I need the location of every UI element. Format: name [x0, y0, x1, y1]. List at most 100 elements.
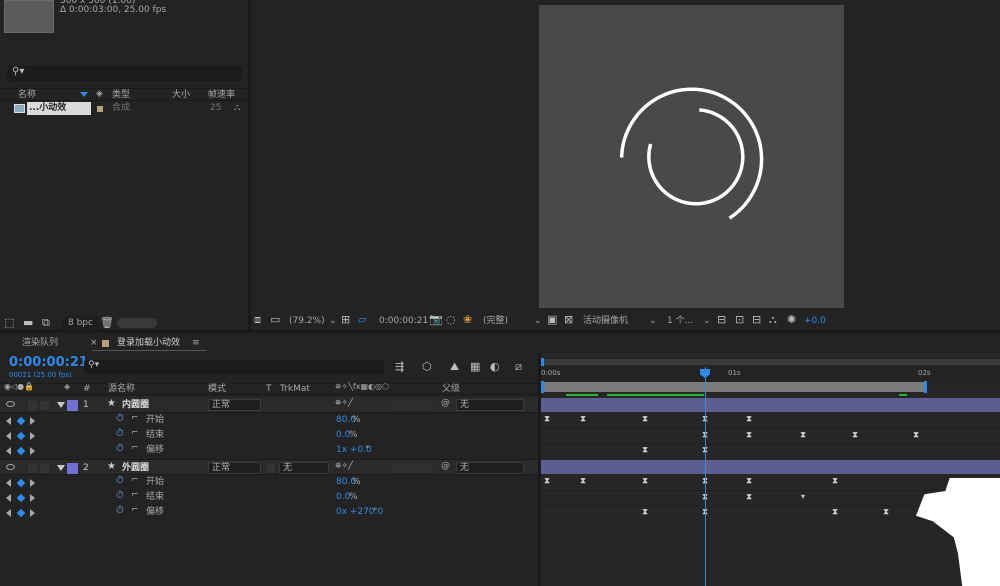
keyframe[interactable]: ⧗	[543, 415, 551, 423]
column-fps[interactable]: 帧速率	[208, 88, 235, 102]
keyframe[interactable]: ⧗	[579, 415, 587, 423]
transparency-grid-icon[interactable]: ⊠	[564, 313, 573, 327]
bit-depth-button[interactable]: 8 bpc	[62, 316, 99, 330]
stopwatch-icon[interactable]: ⏱	[116, 428, 124, 439]
channel-icon[interactable]: ❀	[463, 313, 472, 327]
project-search-input[interactable]: ⚲▾	[7, 66, 242, 81]
keyframe[interactable]: ⧗	[745, 415, 753, 423]
next-keyframe-icon[interactable]	[30, 432, 35, 440]
visibility-eye-icon[interactable]	[6, 401, 15, 407]
flowchart-icon[interactable]: ⛬	[234, 103, 240, 113]
keyframe[interactable]: ⧗	[745, 493, 753, 501]
layer-search-input[interactable]: ⚲▾	[84, 360, 384, 374]
add-keyframe-icon[interactable]	[16, 446, 26, 456]
new-folder-icon[interactable]: ▬	[23, 316, 33, 330]
prev-keyframe-icon[interactable]	[6, 447, 11, 455]
navigator-start-handle[interactable]	[541, 358, 544, 366]
expand-triangle-icon[interactable]	[57, 465, 65, 471]
t-switch-box[interactable]	[266, 464, 275, 473]
keyframe[interactable]: ⧗	[851, 431, 859, 439]
work-area-end[interactable]	[924, 381, 927, 393]
lock-box[interactable]	[40, 464, 49, 473]
trash-icon[interactable]: 🗑	[100, 316, 114, 330]
layer-row[interactable]: 2 ★ 外圆圈 正常 无 ⛯✧╱ @ 无	[0, 459, 538, 475]
graph-icon[interactable]: ⌐	[131, 490, 139, 500]
keyframe[interactable]: ⧗	[579, 477, 587, 485]
solo-box[interactable]	[28, 401, 37, 410]
property-row[interactable]: ⏱ ⌐ 结束 0.0 %	[0, 490, 538, 505]
keyframe[interactable]: ⧗	[831, 477, 839, 485]
flowchart-icon[interactable]: ⛬	[769, 313, 777, 327]
keyframe[interactable]: ⧗	[543, 477, 551, 485]
next-keyframe-icon[interactable]	[30, 447, 35, 455]
time-navigator[interactable]	[541, 359, 1000, 365]
property-row[interactable]: ⏱ ⌐ 偏移 1x +0.0 °	[0, 443, 538, 458]
stopwatch-icon[interactable]: ⏱	[116, 443, 124, 454]
mask-visibility-icon[interactable]: ▱	[358, 313, 366, 327]
tab-composition[interactable]: 登录加载小动效	[117, 336, 180, 350]
prev-keyframe-icon[interactable]	[6, 509, 11, 517]
time-ruler[interactable]: 0:00s 01s 02s	[541, 367, 1000, 383]
layer-mode-dropdown[interactable]: 正常	[208, 399, 261, 411]
layer-label-color[interactable]	[67, 463, 78, 474]
switch-boxes[interactable]	[392, 464, 432, 473]
tab-render-queue[interactable]: 渲染队列	[22, 336, 58, 350]
visibility-eye-icon[interactable]	[6, 464, 15, 470]
layer-parent-dropdown[interactable]: 无	[456, 399, 524, 411]
prev-keyframe-icon[interactable]	[6, 479, 11, 487]
add-keyframe-icon[interactable]	[16, 493, 26, 503]
keyframe[interactable]: ⧗	[641, 477, 649, 485]
column-type[interactable]: 类型	[112, 88, 130, 102]
graph-icon[interactable]: ⌐	[131, 475, 139, 485]
graph-icon[interactable]: ⌐	[131, 428, 139, 438]
keyframe[interactable]: ⧗	[641, 415, 649, 423]
add-keyframe-icon[interactable]	[16, 431, 26, 441]
switches-row[interactable]: ⛯✧╱	[335, 461, 353, 471]
zoom-dropdown[interactable]: (79.2%)	[289, 314, 325, 328]
monitor-icon[interactable]: ▭	[270, 313, 280, 327]
keyframe[interactable]: ⧗	[882, 508, 890, 516]
graph-icon[interactable]: ⌐	[131, 505, 139, 515]
stopwatch-icon[interactable]: ⏱	[116, 505, 124, 516]
region-of-interest-icon[interactable]: ▣	[547, 313, 557, 327]
tab-menu-icon[interactable]: ≡	[192, 336, 200, 350]
keyframe[interactable]: ▾	[799, 493, 807, 501]
layer-trkmat-dropdown[interactable]: 无	[279, 462, 329, 474]
graph-icon[interactable]: ⌐	[131, 413, 139, 423]
expand-triangle-icon[interactable]	[57, 402, 65, 408]
property-row[interactable]: ⏱ ⌐ 开始 80.0 %	[0, 413, 538, 428]
views-dropdown[interactable]: 1 个...	[667, 314, 693, 328]
timeline-icon[interactable]: ⊟	[752, 313, 761, 327]
exposure-icon[interactable]: ✺	[787, 313, 796, 327]
solo-box[interactable]	[28, 464, 37, 473]
work-area-start[interactable]	[541, 381, 544, 393]
add-keyframe-icon[interactable]	[16, 508, 26, 518]
stopwatch-icon[interactable]: ⏱	[116, 490, 124, 501]
property-row[interactable]: ⏱ ⌐ 开始 80.0 %	[0, 475, 538, 490]
layer-row[interactable]: 1 ★ 内圆圈 正常 ⛯✧╱ @ 无	[0, 397, 538, 413]
snapshot-icon[interactable]: 📷	[429, 313, 443, 327]
keyframe[interactable]: ⧗	[745, 477, 753, 485]
prev-keyframe-icon[interactable]	[6, 417, 11, 425]
stopwatch-icon[interactable]: ⏱	[116, 413, 124, 424]
keyframe[interactable]: ⧗	[912, 431, 920, 439]
switch-boxes[interactable]	[392, 401, 432, 410]
keyframe[interactable]: ⧗	[831, 508, 839, 516]
thumbnail-slider[interactable]	[117, 318, 157, 328]
layer-name[interactable]: 外圆圈	[122, 461, 149, 475]
property-row[interactable]: ⏱ ⌐ 偏移 0x +270.0 °	[0, 505, 538, 520]
shy-layers-icon[interactable]: ⛰	[450, 360, 459, 374]
pick-whip-icon[interactable]: @	[441, 461, 450, 471]
lock-box[interactable]	[40, 401, 49, 410]
add-keyframe-icon[interactable]	[16, 416, 26, 426]
safe-margins-icon[interactable]: ⊞	[341, 313, 350, 327]
add-keyframe-icon[interactable]	[16, 478, 26, 488]
keyframe[interactable]: ⧗	[641, 446, 649, 454]
switches-row[interactable]: ⛯✧╱	[335, 398, 353, 408]
motion-blur-icon[interactable]: ◐	[490, 360, 500, 374]
prev-keyframe-icon[interactable]	[6, 494, 11, 502]
keyframe[interactable]: ⧗	[745, 431, 753, 439]
exposure-value[interactable]: +0.0	[804, 314, 826, 328]
viewer-timecode[interactable]: 0:00:00:21	[379, 314, 428, 328]
layer-label-color[interactable]	[67, 400, 78, 411]
